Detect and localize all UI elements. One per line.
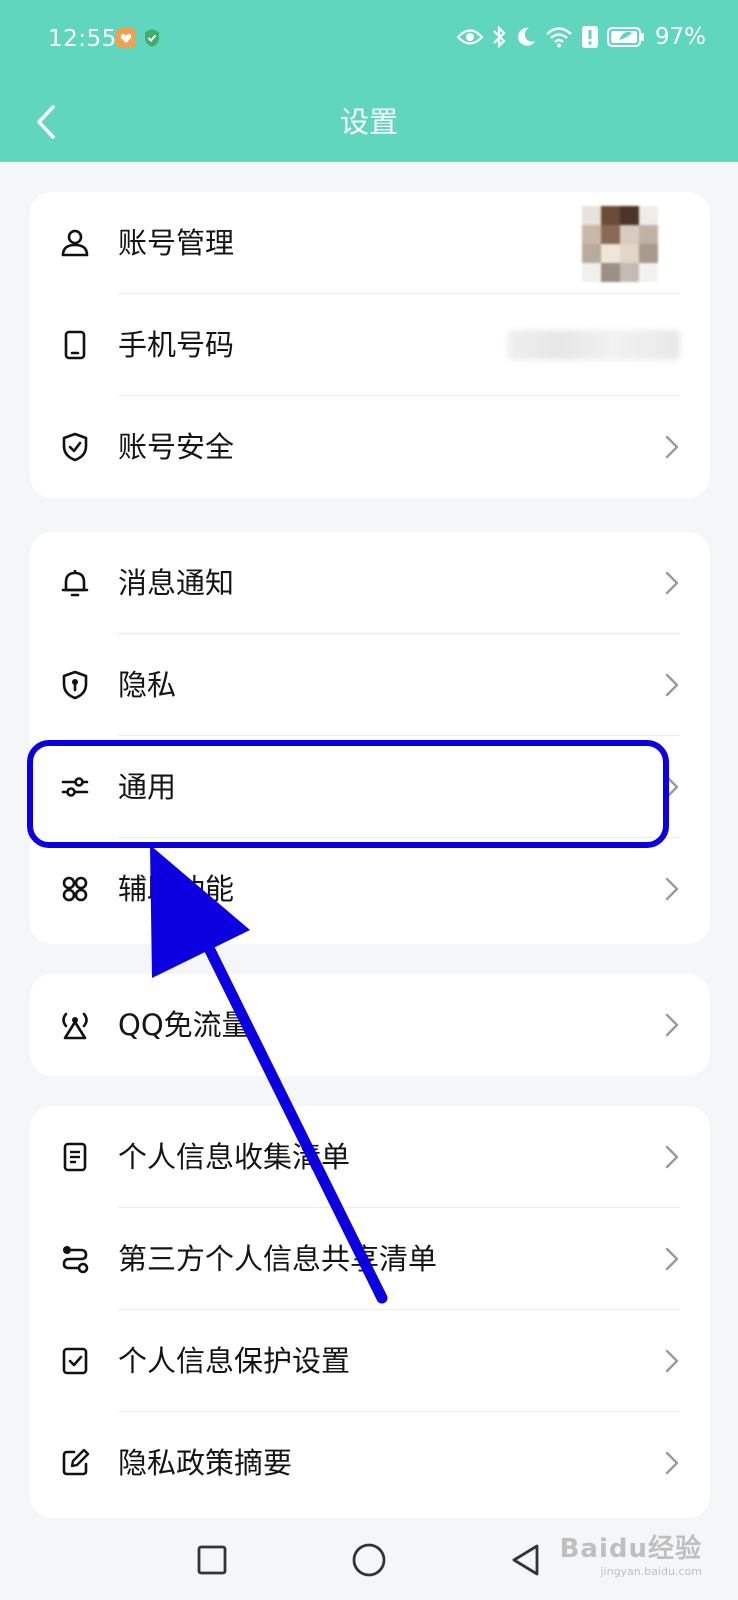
chevron-right-icon [665, 571, 679, 595]
sliders-icon [61, 777, 89, 797]
settings-item-qq-free-data[interactable]: QQ免流量 [30, 974, 710, 1076]
chevron-right-icon [665, 1145, 679, 1169]
settings-item-label: 第三方个人信息共享清单 [118, 1242, 438, 1276]
wifi-icon [546, 27, 572, 48]
chevron-right-icon [665, 673, 679, 697]
moon-icon [517, 27, 535, 46]
title-bar: 设置 [0, 82, 738, 162]
settings-item-info-protection-settings[interactable]: 个人信息保护设置 [30, 1310, 710, 1412]
home-button[interactable] [347, 1538, 391, 1582]
avatar[interactable] [582, 206, 658, 282]
system-navigation-bar: Baidu经验 jingyan.baidu.com [0, 1520, 738, 1600]
security-notification-icon [142, 28, 162, 48]
watermark-main: Baidu经验 [559, 1534, 702, 1564]
settings-item-label: 通用 [118, 770, 177, 804]
settings-group-general: 消息通知 隐私 通用 辅助功能 [30, 532, 710, 944]
command-icon [62, 876, 88, 902]
antenna-icon [62, 1012, 88, 1040]
settings-item-label: 手机号码 [118, 328, 235, 362]
chevron-right-icon [665, 877, 679, 901]
settings-group-data: QQ免流量 [30, 974, 710, 1076]
share-route-icon [62, 1246, 89, 1274]
privacy-shield-icon [62, 670, 88, 700]
bell-icon [61, 570, 89, 597]
settings-item-accessibility[interactable]: 辅助功能 [30, 838, 710, 940]
status-bar: 12:55 97% [0, 0, 738, 82]
battery-percent: 97% [654, 24, 706, 50]
square-icon [197, 1545, 227, 1575]
settings-item-privacy[interactable]: 隐私 [30, 634, 710, 736]
settings-item-label: 消息通知 [118, 566, 235, 600]
settings-group-account: 账号管理 手机号码 账号安全 [30, 192, 710, 498]
person-icon [61, 229, 89, 257]
alert-icon [581, 26, 598, 48]
settings-item-general[interactable]: 通用 [30, 736, 710, 838]
status-time: 12:55 [48, 26, 117, 52]
phone-icon [64, 330, 86, 360]
battery-icon [606, 27, 644, 47]
phone-number-value [508, 330, 680, 360]
settings-item-label: 账号管理 [118, 226, 235, 260]
chevron-right-icon [665, 1451, 679, 1475]
chevron-right-icon [665, 435, 679, 459]
settings-item-third-party-sharing-list[interactable]: 第三方个人信息共享清单 [30, 1208, 710, 1310]
settings-item-label: 个人信息收集清单 [118, 1140, 351, 1174]
app-notification-icon [116, 28, 136, 48]
settings-item-phone-number[interactable]: 手机号码 [30, 294, 710, 396]
settings-item-label: 辅助功能 [118, 872, 235, 906]
settings-item-label: QQ免流量 [118, 1008, 251, 1042]
settings-item-privacy-policy-summary[interactable]: 隐私政策摘要 [30, 1412, 710, 1514]
watermark: Baidu经验 jingyan.baidu.com [560, 1528, 702, 1578]
settings-group-personal-info: 个人信息收集清单 第三方个人信息共享清单 个人信息保护设置 隐私政策摘要 [30, 1106, 710, 1518]
chevron-right-icon [665, 1247, 679, 1271]
bluetooth-icon [493, 25, 506, 49]
eye-icon [456, 29, 483, 45]
document-icon [63, 1142, 87, 1172]
settings-item-label: 账号安全 [118, 430, 235, 464]
chevron-right-icon [665, 775, 679, 799]
chevron-right-icon [665, 1349, 679, 1373]
settings-item-label: 隐私政策摘要 [118, 1446, 293, 1480]
recents-button[interactable] [190, 1538, 234, 1582]
circle-icon [352, 1543, 386, 1577]
settings-item-info-collection-list[interactable]: 个人信息收集清单 [30, 1106, 710, 1208]
settings-item-label: 隐私 [118, 668, 177, 702]
watermark-sub: jingyan.baidu.com [600, 1565, 702, 1578]
triangle-back-icon [512, 1544, 539, 1576]
checkbox-doc-icon [62, 1347, 88, 1375]
settings-item-label: 个人信息保护设置 [118, 1344, 351, 1378]
settings-item-account-management[interactable]: 账号管理 [30, 192, 710, 294]
back-nav-button[interactable] [504, 1538, 548, 1582]
edit-icon [62, 1448, 90, 1476]
chevron-right-icon [665, 1013, 679, 1037]
shield-check-icon [62, 432, 88, 462]
page-title: 设置 [339, 105, 398, 139]
settings-item-notifications[interactable]: 消息通知 [30, 532, 710, 634]
settings-item-account-security[interactable]: 账号安全 [30, 396, 710, 498]
